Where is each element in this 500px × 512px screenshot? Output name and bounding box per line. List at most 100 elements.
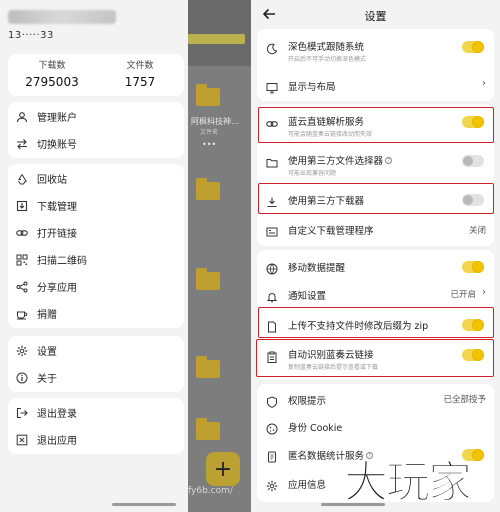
mobile-data-toggle[interactable] — [462, 261, 484, 273]
background-toolbar — [188, 0, 251, 66]
setting-custom-download-manager[interactable]: 自定义下载管理程序 关闭 — [257, 216, 494, 244]
setting-subtitle: 可能出现兼容问题 — [288, 170, 337, 177]
add-fab-button[interactable]: + — [206, 452, 240, 486]
dark-mode-toggle[interactable] — [462, 41, 484, 53]
setting-title: 深色模式跟随系统 — [288, 42, 365, 53]
setting-value: 已开启 — [450, 290, 476, 300]
chevron-right-icon: › — [482, 287, 486, 298]
background-folder-name: 阿枫科技神… — [191, 117, 239, 126]
menu-item-recycle-bin[interactable]: 回收站 — [8, 165, 184, 192]
monitor-gear-icon — [266, 79, 278, 94]
file-picker-toggle[interactable] — [462, 155, 484, 167]
menu-item-download-manager[interactable]: 下载管理 — [8, 192, 184, 219]
menu-item-open-link[interactable]: 打开链接 — [8, 219, 184, 246]
background-app-scrim[interactable]: 阿枫科技神… 文件夹 ••• fy6b.com/ — [188, 0, 251, 512]
navigation-drawer: 13·····33 下载数 2795003 文件数 1757 管理账户 切换账号… — [0, 0, 188, 512]
link-icon — [266, 115, 278, 127]
chevron-right-icon: › — [482, 78, 486, 89]
setting-subtitle: 复制蓝奏云链接后提示查看或下载 — [288, 364, 379, 371]
stat-label: 文件数 — [126, 61, 154, 71]
appearance-card: 深色模式跟随系统 开启后不可手动切换深色模式 显示与布局 › — [257, 29, 494, 101]
account-menu-group: 管理账户 切换账号 — [8, 102, 184, 158]
setting-display-layout[interactable]: 显示与布局 › — [257, 73, 494, 99]
folder-icon — [196, 84, 220, 106]
setting-title: 使用第三方文件选择器? — [288, 153, 393, 167]
switch-arrows-icon — [16, 138, 28, 150]
folder-icon — [196, 356, 220, 378]
setting-permissions[interactable]: 权限提示 已全部授予 — [257, 388, 494, 412]
setting-title: 上传不支持文件时修改后缀为 zip — [288, 321, 429, 332]
cookie-icon — [266, 420, 278, 435]
setting-title: 蓝云直链解析服务 — [288, 117, 365, 128]
auto-detect-toggle[interactable] — [462, 349, 484, 361]
menu-item-label: 退出应用 — [37, 436, 77, 447]
menu-item-manage-account[interactable]: 管理账户 — [8, 103, 184, 130]
globe-icon — [266, 260, 278, 275]
bell-icon — [266, 288, 278, 303]
setting-title: 身份 Cookie — [288, 423, 343, 434]
home-indicator — [112, 503, 176, 506]
stat-value: 1757 — [124, 75, 156, 89]
menu-item-label: 分享应用 — [37, 283, 77, 294]
setting-dark-mode[interactable]: 深色模式跟随系统 开启后不可手动切换深色模式 — [257, 33, 494, 67]
moon-icon — [266, 40, 278, 55]
stat-value: 2795003 — [25, 75, 79, 89]
gear-icon — [266, 477, 278, 492]
logout-icon — [16, 407, 28, 419]
card-list-icon — [266, 223, 278, 237]
person-icon — [16, 111, 28, 123]
help-icon[interactable]: ? — [385, 157, 393, 164]
menu-item-settings[interactable]: 设置 — [8, 337, 184, 364]
setting-subtitle: 可能会随蓝奏云链接改动而失效 — [288, 131, 373, 138]
folder-icon — [196, 268, 220, 290]
setting-title: 显示与布局 — [288, 82, 336, 93]
setting-title-text: 使用第三方文件选择器 — [288, 156, 384, 167]
menu-item-label: 捐赠 — [37, 310, 57, 321]
account-phone: 13·····33 — [8, 30, 54, 41]
download-icon — [16, 200, 28, 212]
coffee-icon — [16, 308, 28, 320]
download-count-stat: 下载数 2795003 — [8, 54, 96, 96]
settings-screen: 设置 深色模式跟随系统 开启后不可手动切换深色模式 显示与布局 › 蓝云直链解析… — [251, 0, 500, 512]
setting-upload-zip-rename[interactable]: 上传不支持文件时修改后缀为 zip — [257, 310, 494, 340]
menu-item-label: 退出登录 — [37, 409, 77, 420]
upload-zip-toggle[interactable] — [462, 319, 484, 331]
setting-value: 已全部授予 — [443, 395, 486, 405]
menu-item-label: 设置 — [37, 347, 57, 358]
stats-card: 下载数 2795003 文件数 1757 — [8, 54, 184, 96]
downloader-toggle[interactable] — [462, 194, 484, 206]
menu-item-about[interactable]: 关于 — [8, 364, 184, 391]
setting-auto-detect-link[interactable]: 自动识别蓝奏云链接 复制蓝奏云链接后提示查看或下载 — [257, 342, 494, 378]
direct-link-toggle[interactable] — [462, 116, 484, 128]
menu-item-switch-account[interactable]: 切换账号 — [8, 130, 184, 157]
menu-item-logout[interactable]: 退出登录 — [8, 399, 184, 426]
menu-item-label: 管理账户 — [37, 113, 77, 124]
settings-header: 设置 — [251, 0, 500, 30]
page-title: 设置 — [364, 10, 387, 23]
setting-third-party-file-picker[interactable]: 使用第三方文件选择器? 可能出现兼容问题 — [257, 148, 494, 184]
account-header[interactable]: 13·····33 — [8, 8, 186, 41]
menu-item-share-app[interactable]: 分享应用 — [8, 273, 184, 300]
menu-item-donate[interactable]: 捐赠 — [8, 300, 184, 327]
background-banner — [188, 34, 245, 44]
tools-menu-group: 回收站 下载管理 打开链接 扫描二维码 分享应用 捐赠 — [8, 164, 184, 328]
folder-icon — [266, 154, 278, 168]
background-address: fy6b.com/ — [188, 486, 233, 496]
download-settings-card: 蓝云直链解析服务 可能会随蓝奏云链接改动而失效 使用第三方文件选择器? 可能出现… — [257, 104, 494, 246]
setting-third-party-downloader[interactable]: 使用第三方下载器 — [257, 185, 494, 215]
setting-title: 自动识别蓝奏云链接 — [288, 350, 374, 361]
background-more: ••• — [202, 140, 217, 149]
setting-title: 应用信息 — [288, 480, 327, 491]
setting-cookie[interactable]: 身份 Cookie — [257, 414, 494, 438]
folder-icon — [196, 418, 220, 440]
menu-item-scan-qr[interactable]: 扫描二维码 — [8, 246, 184, 273]
setting-notifications[interactable]: 通知设置 已开启 › — [257, 282, 494, 308]
file-icon — [266, 318, 278, 333]
behavior-settings-card: 移动数据提醒 通知设置 已开启 › 上传不支持文件时修改后缀为 zip 自动识别… — [257, 250, 494, 380]
close-box-icon — [16, 434, 28, 446]
menu-item-exit-app[interactable]: 退出应用 — [8, 426, 184, 453]
background-folder-sub: 文件夹 — [200, 129, 219, 136]
share-icon — [16, 281, 28, 293]
setting-mobile-data-alert[interactable]: 移动数据提醒 — [257, 254, 494, 280]
setting-direct-link-service[interactable]: 蓝云直链解析服务 可能会随蓝奏云链接改动而失效 — [257, 107, 494, 143]
